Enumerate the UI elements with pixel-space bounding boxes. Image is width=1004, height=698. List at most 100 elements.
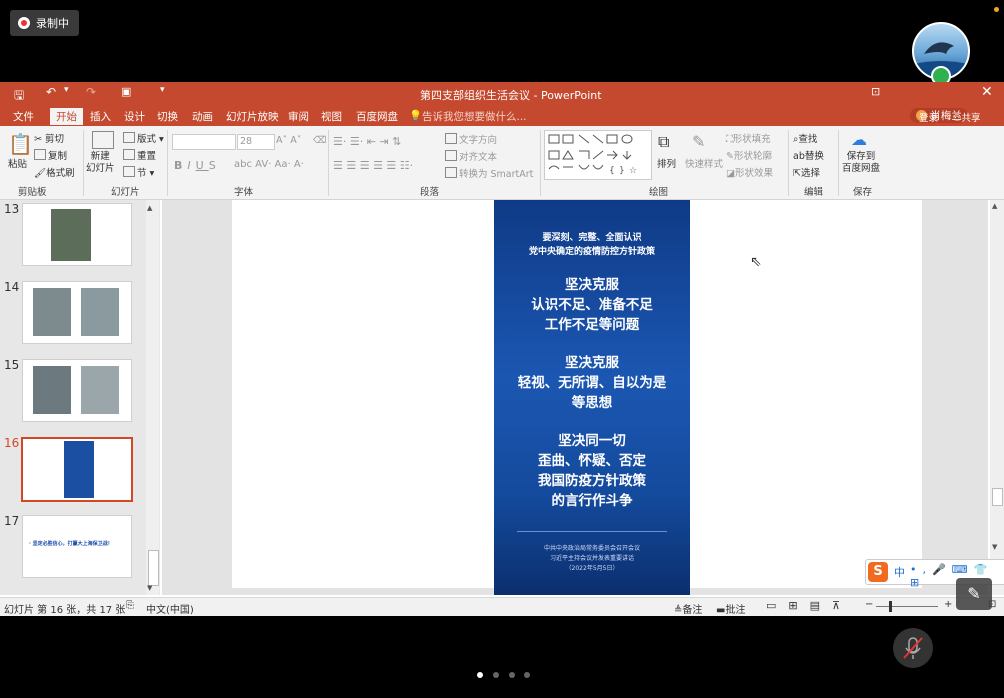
shape-fill-button[interactable]: ⛶形状填充 <box>726 131 771 145</box>
lightbulb-icon: 💡 <box>409 110 423 122</box>
page-dot-active[interactable] <box>477 672 483 678</box>
baidu-cloud-icon[interactable]: ☁ <box>851 130 867 149</box>
spellcheck-icon[interactable]: ⎘ <box>126 600 134 611</box>
font-size-box[interactable]: 28 <box>237 134 275 150</box>
sogou-logo-icon: S <box>868 562 888 582</box>
mute-mic-button[interactable] <box>893 628 933 668</box>
page-dot[interactable] <box>524 672 530 678</box>
scroll-thumb[interactable] <box>992 488 1003 506</box>
grow-font-icon[interactable]: A˄ A˅ <box>276 135 302 146</box>
notes-label: 备注 <box>682 605 703 616</box>
arrange-icon[interactable]: ⧉ <box>658 132 669 152</box>
select-button[interactable]: ⇱选择 <box>793 165 820 179</box>
shape-effects-button[interactable]: ◪形状效果 <box>726 165 773 179</box>
comments-button[interactable]: ▬批注 <box>716 601 745 616</box>
slide-scrollbar[interactable]: ▲ ▼ <box>990 200 1004 595</box>
login-link[interactable]: 登录 <box>919 110 938 124</box>
slide-icon <box>92 131 114 149</box>
slide-thumbnail-13[interactable] <box>22 203 132 266</box>
scroll-up-icon[interactable]: ▲ <box>147 204 152 212</box>
zoom-slider[interactable] <box>876 606 938 607</box>
photo-thumbnail <box>81 288 119 336</box>
tell-me-box[interactable]: 告诉我您想要做什么... <box>422 109 527 124</box>
tab-transitions[interactable]: 切换 <box>157 109 178 124</box>
svg-text:{: { <box>609 166 615 176</box>
scroll-down-icon[interactable]: ▼ <box>992 543 997 551</box>
tab-baidu[interactable]: 百度网盘 <box>356 109 398 124</box>
arrange-button[interactable]: 排列 <box>657 156 676 170</box>
share-button[interactable]: ⚇共享 <box>953 110 981 124</box>
tab-home[interactable]: 开始 <box>50 108 83 125</box>
scroll-up-icon[interactable]: ▲ <box>992 202 997 210</box>
zoom-out-icon[interactable]: − <box>865 599 873 610</box>
notes-button[interactable]: ≜备注 <box>674 601 702 616</box>
tab-animations[interactable]: 动画 <box>192 109 213 124</box>
close-icon[interactable]: ✕ <box>981 84 993 100</box>
shapes-gallery[interactable]: {} ☆ <box>544 130 652 180</box>
save-to-baidu-button[interactable]: 保存到 百度网盘 <box>842 151 880 175</box>
align-icons[interactable]: ☰ ☰ ☰ ☰ ☰ ☷· <box>333 159 413 172</box>
paste-icon[interactable]: 📋 <box>8 132 33 156</box>
annotate-icon[interactable]: ✎ <box>956 578 992 610</box>
slideshow-from-start-icon[interactable]: ▣ <box>121 85 131 98</box>
slide-thumbnail-15[interactable] <box>22 359 132 422</box>
redo-icon[interactable]: ↷ <box>86 85 96 99</box>
zoom-slider-thumb[interactable] <box>889 601 892 612</box>
slide-thumbnail-14[interactable] <box>22 281 132 344</box>
quick-styles-button[interactable]: 快速样式 <box>685 156 723 170</box>
tab-insert[interactable]: 插入 <box>90 109 111 124</box>
layout-label: 版式 <box>137 134 157 145</box>
text-direction-label: 文字方向 <box>459 135 498 146</box>
slide-thumbnail-17[interactable]: · 坚定必胜信心，打赢大上海保卫战！ <box>22 515 132 578</box>
format-painter-button[interactable]: 🖌格式刷 <box>34 165 75 179</box>
font-name-box[interactable] <box>172 134 236 150</box>
slide-poster-image[interactable]: 要深刻、完整、全面认识 党中央确定的疫情防控方针政策 坚决克服 认识不足、准备不… <box>494 200 690 595</box>
ribbon-display-options-icon[interactable]: ⊡ <box>871 85 880 98</box>
text-direction-button[interactable]: 文字方向 <box>445 132 497 146</box>
tab-slideshow[interactable]: 幻灯片放映 <box>226 109 279 124</box>
paste-button[interactable]: 粘贴 <box>8 156 27 170</box>
thumbnail-scrollbar[interactable]: ▲ ▼ <box>146 200 159 595</box>
customize-toolbar-icon[interactable]: ▾ <box>160 85 165 95</box>
zoom-in-icon[interactable]: + <box>944 599 952 610</box>
tab-review[interactable]: 审阅 <box>288 109 309 124</box>
save-icon[interactable]: 🖫 <box>14 86 24 107</box>
view-buttons[interactable]: ▭⊞▤⊼ <box>766 599 852 612</box>
find-button[interactable]: ⌕查找 <box>793 131 817 145</box>
font-style-icons[interactable]: BIUS <box>174 159 221 172</box>
mic-off-icon <box>903 637 923 659</box>
slide-thumbnail-16[interactable] <box>21 437 133 502</box>
replace-button[interactable]: ab替换 <box>793 148 824 162</box>
new-slide-button[interactable]: 新建 幻灯片 <box>86 151 115 175</box>
copy-button[interactable]: 复制 <box>34 148 67 162</box>
quick-styles-icon[interactable]: ✎ <box>692 132 705 151</box>
divider <box>328 130 329 196</box>
undo-dropdown-icon[interactable]: ▾ <box>64 85 69 95</box>
recording-indicator[interactable]: 录制中 <box>10 10 79 36</box>
tab-file[interactable]: 文件 <box>13 109 34 124</box>
scroll-down-icon[interactable]: ▼ <box>147 584 152 592</box>
clear-format-icon[interactable]: ⌫ <box>313 135 326 146</box>
section-button[interactable]: 节 ▾ <box>123 165 154 179</box>
shape-outline-button[interactable]: ✎形状轮廓 <box>726 148 772 162</box>
reset-button[interactable]: 重置 <box>123 148 156 162</box>
language-label[interactable]: 中文(中国) <box>146 601 194 616</box>
tab-design[interactable]: 设计 <box>124 109 145 124</box>
svg-text:}: } <box>619 166 625 176</box>
ime-language[interactable]: 中 <box>894 564 905 580</box>
tab-view[interactable]: 视图 <box>321 109 342 124</box>
photo-thumbnail <box>51 209 91 261</box>
convert-smartart-button[interactable]: 转换为 SmartArt <box>445 166 533 180</box>
undo-icon[interactable]: ↶ <box>46 85 56 99</box>
align-text-button[interactable]: 对齐文本 <box>445 149 497 163</box>
replace-label: 替换 <box>804 151 824 162</box>
page-dot[interactable] <box>509 672 515 678</box>
photo-thumbnail <box>33 288 71 336</box>
list-icons[interactable]: ☰· ☰· ⇤ ⇥ ⇅ <box>333 135 401 148</box>
scroll-thumb[interactable] <box>148 550 159 586</box>
cut-button[interactable]: ✂ 剪切 <box>34 131 64 145</box>
layout-button[interactable]: 版式 ▾ <box>123 131 164 145</box>
font-spacing-icons[interactable]: abc AV· Aa· A· <box>234 159 304 170</box>
page-dot[interactable] <box>493 672 499 678</box>
new-slide-icon[interactable] <box>92 131 116 151</box>
